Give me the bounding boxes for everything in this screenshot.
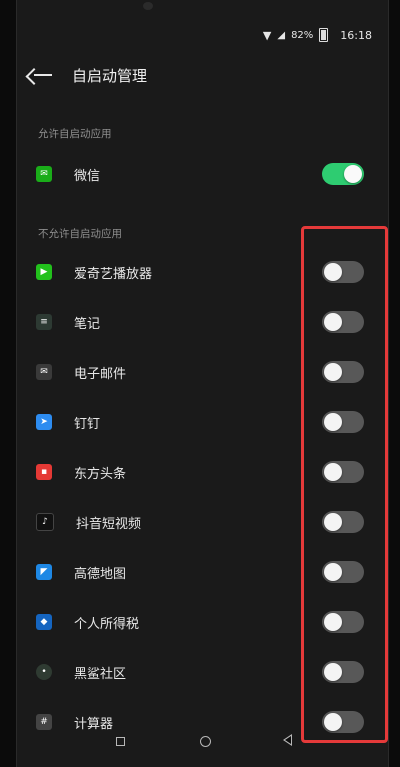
toggle-switch[interactable] xyxy=(322,163,364,185)
amap-icon: ◤ xyxy=(36,564,52,580)
app-label: 黑鲨社区 xyxy=(74,666,127,682)
section-allowed: 允许自启动应用 xyxy=(38,128,112,140)
iqiyi-icon: ▶ xyxy=(36,264,52,280)
app-label: 高德地图 xyxy=(74,566,127,582)
dingtalk-icon: ➤ xyxy=(36,414,52,430)
back-icon[interactable] xyxy=(283,734,292,746)
header: 自启动管理 xyxy=(32,62,147,88)
battery-icon xyxy=(319,28,329,42)
app-label: 笔记 xyxy=(74,316,101,332)
app-label: 电子邮件 xyxy=(74,366,127,382)
dongfang-icon: ▪ xyxy=(36,464,52,480)
app-label: 东方头条 xyxy=(74,466,127,482)
wechat-icon: ✉ xyxy=(36,166,52,182)
screen: ▼ ◢ 82% 16:18 自启动管理 允许自启动应用 ✉ 微信 不允许自启动应… xyxy=(0,0,400,767)
app-label: 钉钉 xyxy=(74,416,101,432)
back-arrow-icon[interactable] xyxy=(32,64,54,86)
tax-icon: ◆ xyxy=(36,614,52,630)
section-disallowed: 不允许自启动应用 xyxy=(38,228,122,240)
clock: 16:18 xyxy=(340,28,372,42)
front-camera xyxy=(143,2,153,10)
notes-icon: ≡ xyxy=(36,314,52,330)
recent-apps-icon[interactable] xyxy=(116,737,125,746)
douyin-icon: ♪ xyxy=(36,513,54,531)
system-navbar xyxy=(0,727,400,767)
app-label: 爱奇艺播放器 xyxy=(74,266,153,282)
toggle-knob xyxy=(344,165,362,183)
wifi-icon: ▼ xyxy=(262,28,272,42)
page-title: 自启动管理 xyxy=(72,66,148,85)
app-label: 个人所得税 xyxy=(74,616,140,632)
email-icon: ✉ xyxy=(36,364,52,380)
app-label: 抖音短视频 xyxy=(76,516,142,532)
status-bar: ▼ ◢ 82% 16:18 xyxy=(263,27,372,43)
app-row-wechat[interactable]: ✉ 微信 xyxy=(36,159,376,189)
blackshark-icon: • xyxy=(36,664,52,680)
signal-icon: ◢ xyxy=(277,29,286,41)
home-icon[interactable] xyxy=(200,736,211,747)
battery-percent: 82% xyxy=(291,29,314,41)
annotation-highlight-box xyxy=(301,226,388,743)
app-label: 微信 xyxy=(74,168,101,184)
